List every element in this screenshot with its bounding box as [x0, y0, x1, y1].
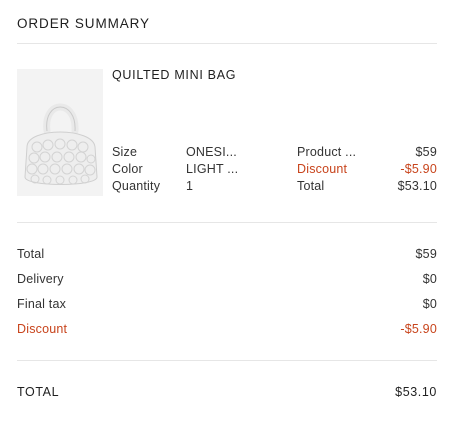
- product-image[interactable]: [17, 69, 103, 196]
- summary-label: Delivery: [17, 272, 64, 286]
- attribute-value: LIGHT ...: [186, 162, 239, 176]
- product-name[interactable]: QUILTED MINI BAG: [112, 68, 236, 82]
- attribute-label: Size: [112, 145, 138, 159]
- discount-value: -$5.90: [400, 162, 437, 176]
- summary-value: $0: [422, 272, 437, 286]
- pricing-row-product: Product ... $59: [297, 144, 437, 161]
- product-attributes: Size ONESI... Color LIGHT ... Quantity 1: [112, 144, 242, 195]
- discount-label: Discount: [297, 162, 348, 176]
- attribute-row-color: Color LIGHT ...: [112, 161, 242, 178]
- order-totals: Total $59 Delivery $0 Final tax $0 Disco…: [17, 246, 437, 346]
- divider: [17, 360, 437, 361]
- summary-row-final-tax: Final tax $0: [17, 296, 437, 321]
- discount-value: -$5.90: [400, 322, 437, 336]
- attribute-value: ONESI...: [186, 145, 237, 159]
- product-pricing: Product ... $59 Discount -$5.90 Total $5…: [297, 144, 437, 195]
- attribute-label: Quantity: [112, 179, 161, 193]
- summary-value: $59: [415, 247, 437, 261]
- summary-row-discount: Discount -$5.90: [17, 321, 437, 346]
- page-title: ORDER SUMMARY: [17, 16, 150, 31]
- grand-total-label: TOTAL: [17, 385, 60, 399]
- summary-value: $0: [422, 297, 437, 311]
- attribute-value: 1: [186, 179, 194, 193]
- pricing-row-discount: Discount -$5.90: [297, 161, 437, 178]
- quilted-bag-image: [24, 103, 98, 185]
- pricing-label: Total: [297, 179, 325, 193]
- summary-label: Final tax: [17, 297, 67, 311]
- grand-total-row: TOTAL $53.10: [17, 384, 437, 401]
- attribute-label: Color: [112, 162, 143, 176]
- attribute-row-quantity: Quantity 1: [112, 178, 242, 195]
- summary-row-total: Total $59: [17, 246, 437, 271]
- divider: [17, 43, 437, 44]
- pricing-row-total: Total $53.10: [297, 178, 437, 195]
- pricing-label: Product ...: [297, 145, 357, 159]
- summary-label: Total: [17, 247, 45, 261]
- divider: [17, 222, 437, 223]
- pricing-value: $53.10: [397, 179, 437, 193]
- summary-row-delivery: Delivery $0: [17, 271, 437, 296]
- grand-total-value: $53.10: [395, 385, 437, 399]
- attribute-row-size: Size ONESI...: [112, 144, 242, 161]
- discount-label: Discount: [17, 322, 68, 336]
- pricing-value: $59: [415, 145, 437, 159]
